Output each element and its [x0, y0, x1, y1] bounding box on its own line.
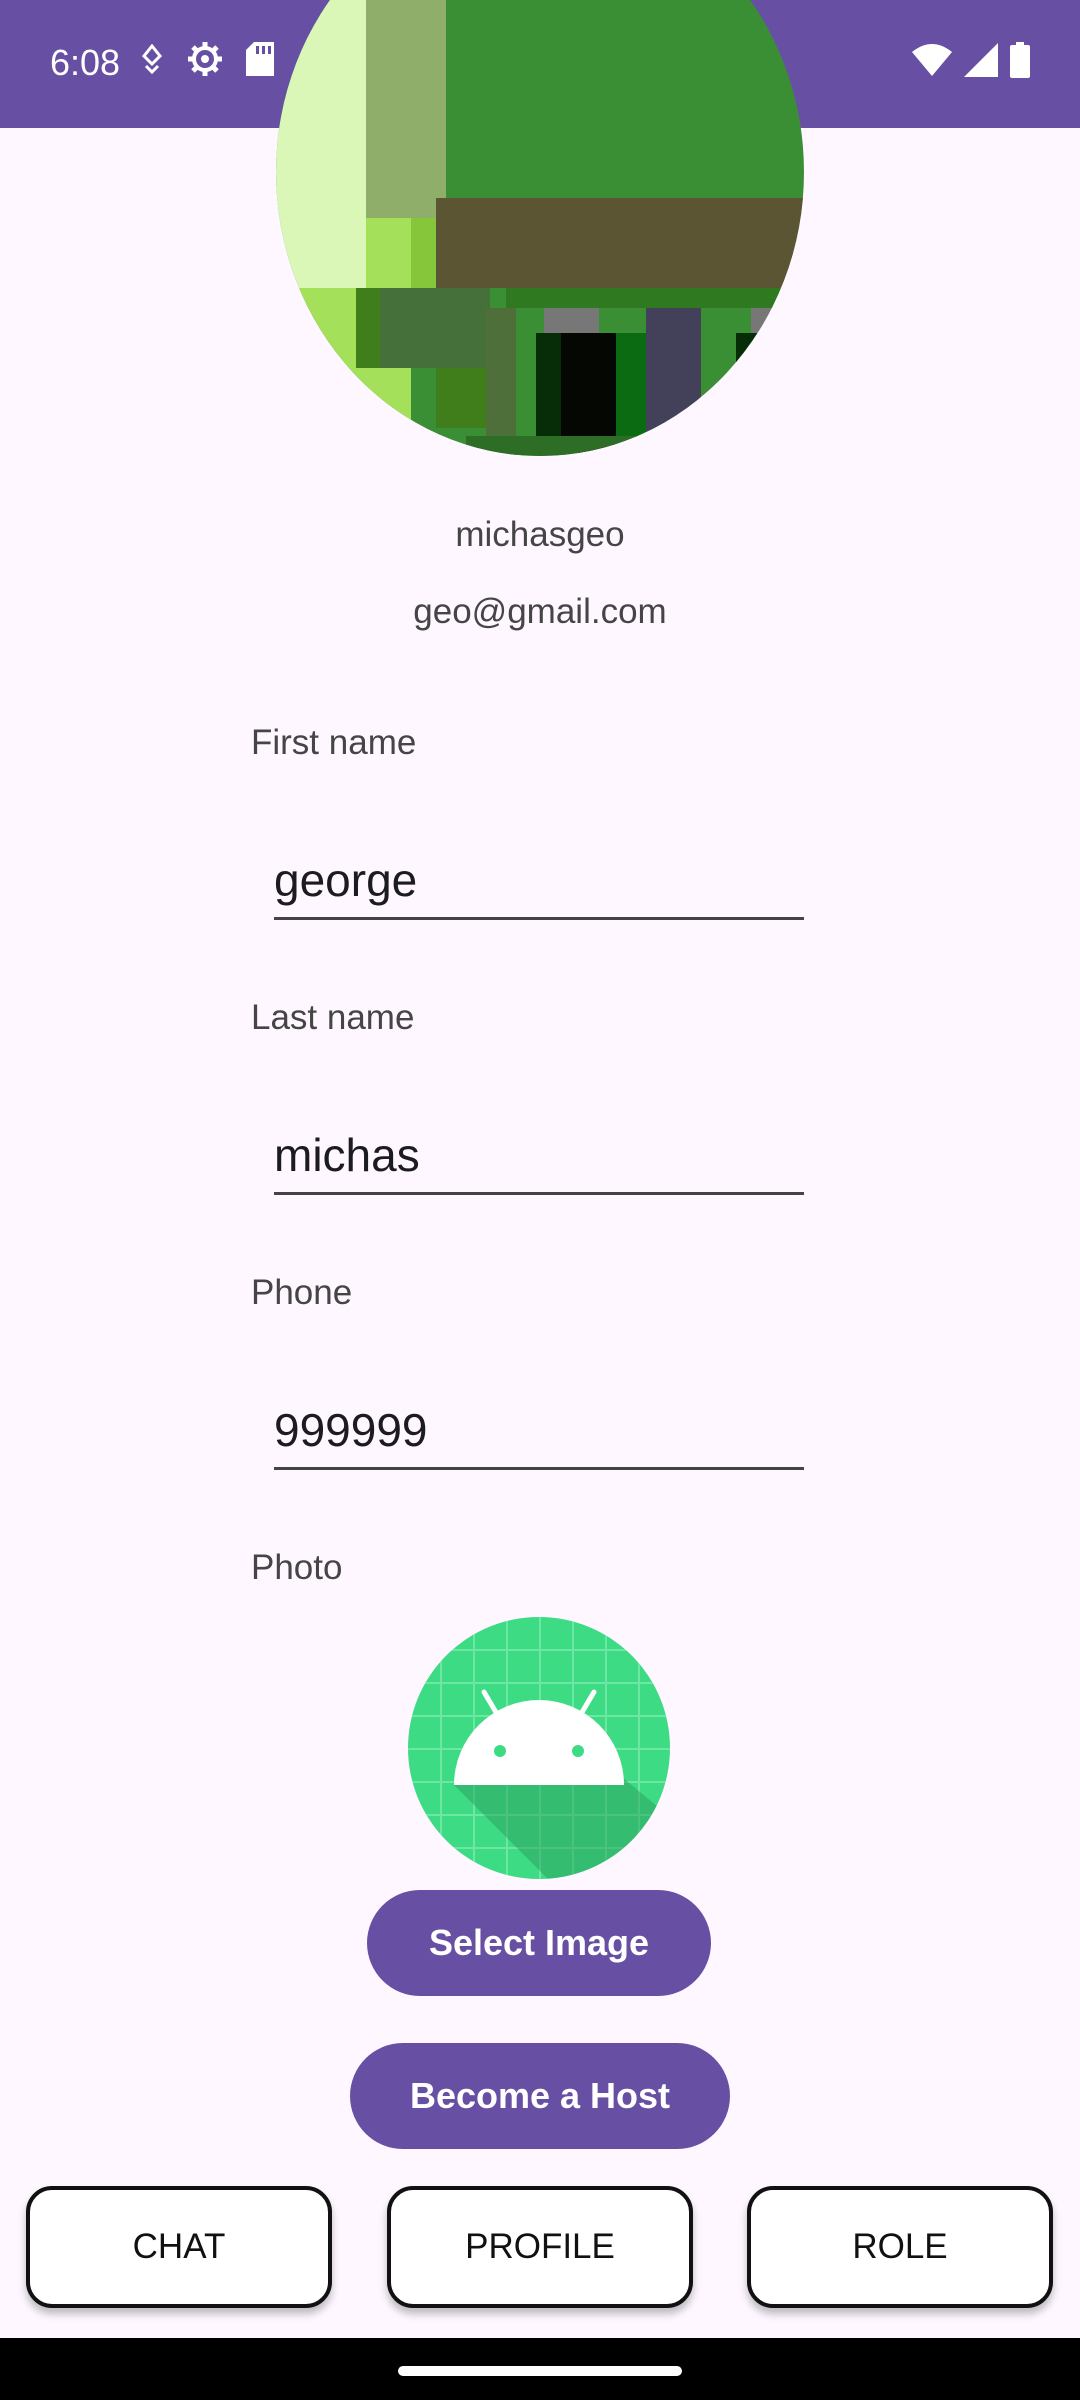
photo-preview [408, 1617, 670, 1879]
last-name-input[interactable] [274, 1125, 804, 1195]
become-host-button[interactable]: Become a Host [350, 2043, 730, 2149]
gesture-nav-bar [0, 2338, 1080, 2400]
phone-label: Phone [251, 1273, 353, 1312]
profile-nav-button[interactable]: PROFILE [387, 2186, 693, 2308]
status-icons-right [912, 42, 1030, 78]
location-icon [141, 44, 163, 74]
first-name-label: First name [251, 723, 417, 762]
profile-content: michasgeo geo@gmail.com First name Last … [0, 0, 1080, 2338]
last-name-label: Last name [251, 998, 415, 1037]
role-nav-button[interactable]: ROLE [747, 2186, 1053, 2308]
status-time: 6:08 [50, 42, 121, 83]
profile-avatar[interactable] [276, 0, 804, 456]
home-gesture-handle[interactable] [398, 2366, 682, 2376]
phone-input[interactable] [274, 1400, 804, 1470]
first-name-input[interactable] [274, 850, 804, 920]
photo-label: Photo [251, 1548, 343, 1587]
settings-icon [188, 42, 222, 76]
pixel-avatar-image [276, 0, 804, 456]
profile-username: michasgeo [455, 515, 625, 554]
status-icons-left [140, 40, 274, 78]
wifi-icon [912, 44, 952, 76]
select-image-button[interactable]: Select Image [367, 1890, 711, 1996]
chat-nav-button[interactable]: CHAT [26, 2186, 332, 2308]
battery-icon [1010, 42, 1030, 78]
android-icon [408, 1617, 670, 1879]
signal-icon [964, 43, 998, 77]
profile-email: geo@gmail.com [413, 592, 667, 631]
sd-card-icon [246, 42, 274, 76]
